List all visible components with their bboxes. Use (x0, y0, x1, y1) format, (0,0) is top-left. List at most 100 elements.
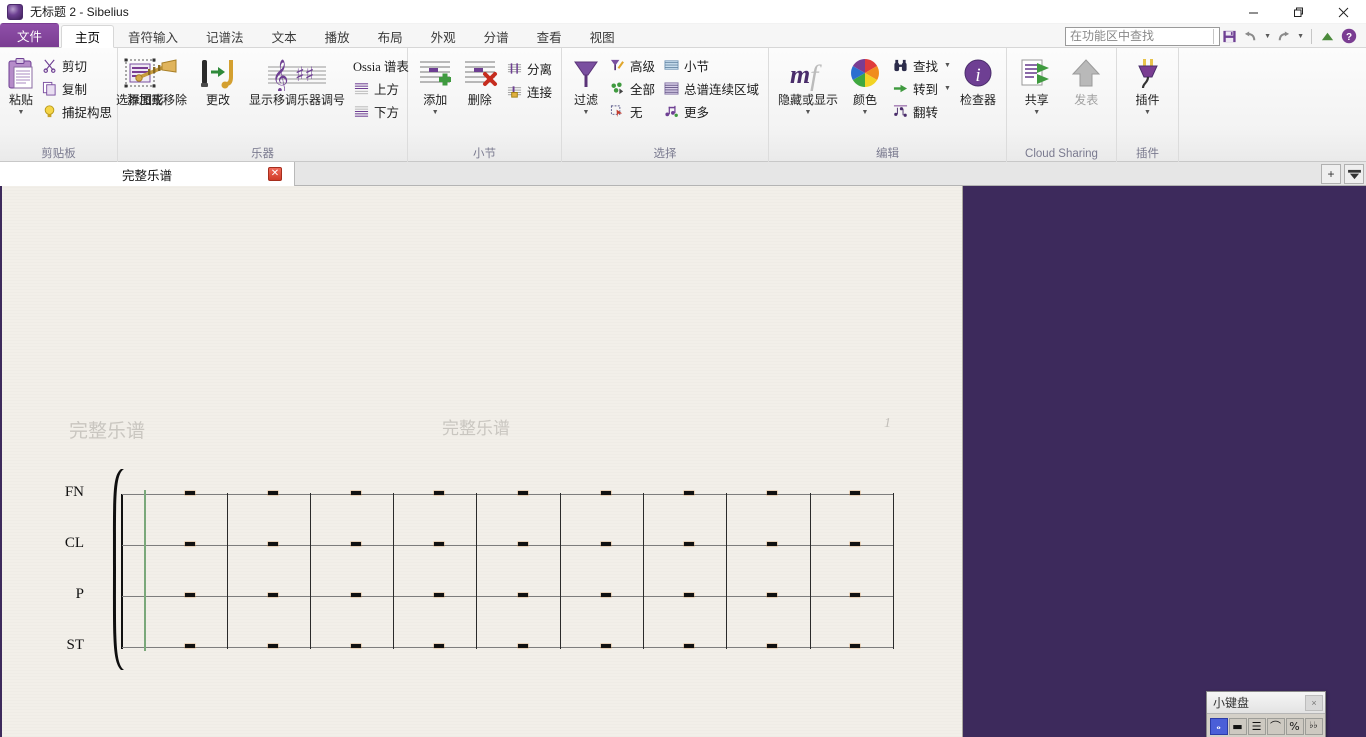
keypad-double-flat[interactable]: ♭♭ (1305, 718, 1323, 735)
score-system-2[interactable]: 10 FN CL P (2, 186, 963, 436)
chevron-down-icon[interactable]: ▼ (862, 108, 869, 117)
bar-rest[interactable] (684, 644, 694, 648)
split-bar-button[interactable]: 分离 (502, 57, 556, 80)
redo-dropdown-icon[interactable]: ▼ (1297, 33, 1304, 40)
tab-notations[interactable]: 记谱法 (192, 25, 258, 47)
bar-rest[interactable] (185, 593, 195, 597)
select-all-button[interactable]: 全部 (605, 77, 659, 100)
collapse-ribbon-icon[interactable] (1319, 26, 1336, 46)
tab-review[interactable]: 查看 (523, 25, 576, 47)
filter-button[interactable]: 过滤 ▼ (567, 51, 605, 117)
barline[interactable] (643, 493, 644, 649)
keypad-close-icon[interactable]: × (1305, 695, 1323, 711)
keypad-repeat[interactable]: % (1286, 718, 1304, 735)
find-button[interactable]: 查找 ▼ (888, 54, 955, 77)
hide-or-show-button[interactable]: m f 隐藏或显示 ▼ (774, 51, 842, 117)
undo-dropdown-icon[interactable]: ▼ (1264, 33, 1271, 40)
select-system-passage-button[interactable]: 总谱连续区域 (659, 77, 763, 100)
barline[interactable] (227, 493, 228, 649)
flip-button[interactable]: 翻转 (888, 100, 955, 123)
barline[interactable] (476, 493, 477, 649)
keypad-slur[interactable]: ⌒ (1267, 718, 1285, 735)
score-page[interactable]: 完整乐谱 完整乐谱 1 FN CL P ST (2, 186, 963, 737)
bar-rest[interactable] (434, 491, 444, 495)
bar-rest[interactable] (518, 542, 528, 546)
select-more-button[interactable]: 更多 (659, 100, 763, 123)
cut-button[interactable]: 剪切 (37, 54, 116, 77)
tab-list-icon[interactable] (1344, 164, 1364, 184)
select-bar-button[interactable]: 小节 (659, 54, 763, 77)
publish-button[interactable]: 发表 (1062, 51, 1112, 107)
new-tab-button[interactable]: + (1321, 164, 1341, 184)
bar-rest[interactable] (684, 542, 694, 546)
close-tab-icon[interactable]: ✕ (268, 167, 282, 181)
bar-rest[interactable] (268, 491, 278, 495)
copy-button[interactable]: 复制 (37, 77, 116, 100)
select-none-button[interactable]: 无 (605, 100, 659, 123)
bar-rest[interactable] (850, 593, 860, 597)
bar-rest[interactable] (185, 491, 195, 495)
bar-rest[interactable] (351, 593, 361, 597)
bar-rest[interactable] (601, 542, 611, 546)
bar-rest[interactable] (351, 491, 361, 495)
bar-rest[interactable] (601, 644, 611, 648)
bar-rest[interactable] (601, 491, 611, 495)
inspector-button[interactable]: i 检查器 (955, 51, 1001, 107)
keypad-panel[interactable]: 小键盘 × 𝅝 ▬ ☰ ⌒ % ♭♭ ➤ > • — ♮ ♯ ♭ ◀◀ ♩ 𝅗𝅥 (1206, 691, 1326, 737)
go-to-button[interactable]: 转到 ▼ (888, 77, 955, 100)
staff-above-button[interactable]: 上方 (349, 77, 413, 100)
restore-icon[interactable] (1276, 0, 1321, 24)
paste-button[interactable]: 粘贴 ▼ (5, 51, 37, 117)
keypad-tie[interactable]: ▬ (1229, 718, 1247, 735)
undo-icon[interactable] (1242, 26, 1259, 46)
bar-rest[interactable] (850, 644, 860, 648)
save-icon[interactable] (1221, 26, 1238, 46)
plugins-button[interactable]: 插件 ▼ (1122, 51, 1173, 117)
bar-rest[interactable] (684, 491, 694, 495)
barline[interactable] (310, 493, 311, 649)
bar-rest[interactable] (268, 542, 278, 546)
bar-rest[interactable] (351, 542, 361, 546)
bar-rest[interactable] (185, 644, 195, 648)
tab-play[interactable]: 播放 (311, 25, 364, 47)
change-instrument-button[interactable]: 更改 (191, 51, 245, 107)
bar-rest[interactable] (767, 593, 777, 597)
tab-note-input[interactable]: 音符输入 (114, 25, 192, 47)
bar-rest[interactable] (268, 644, 278, 648)
add-bar-button[interactable]: 添加 ▼ (413, 51, 457, 117)
bar-rest[interactable] (351, 644, 361, 648)
transposing-key-button[interactable]: 𝄞 ♯♯ 显示移调乐器调号 (245, 51, 349, 107)
chevron-down-icon[interactable]: ▼ (583, 108, 590, 117)
bar-rest[interactable] (185, 542, 195, 546)
minimize-icon[interactable] (1231, 0, 1276, 24)
document-tab-full-score[interactable]: 完整乐谱 ✕ (0, 162, 295, 186)
keypad-articulation[interactable]: ☰ (1248, 718, 1266, 735)
barline[interactable] (893, 493, 894, 649)
bar-rest[interactable] (850, 491, 860, 495)
bar-rest[interactable] (767, 644, 777, 648)
chevron-down-icon[interactable]: ▼ (18, 108, 25, 117)
advanced-filter-button[interactable]: 高级 (605, 54, 659, 77)
barline[interactable] (726, 493, 727, 649)
tab-appearance[interactable]: 外观 (417, 25, 470, 47)
staff-below-button[interactable]: 下方 (349, 100, 413, 123)
bar-rest[interactable] (434, 644, 444, 648)
join-bar-button[interactable]: 连接 (502, 80, 556, 103)
chevron-down-icon[interactable]: ▼ (1033, 108, 1040, 117)
chevron-down-icon[interactable]: ▼ (944, 62, 951, 69)
tab-parts[interactable]: 分谱 (470, 25, 523, 47)
barline[interactable] (810, 493, 811, 649)
bar-rest[interactable] (767, 491, 777, 495)
add-remove-instrument-button[interactable]: 添加或移除 (123, 51, 191, 107)
close-icon[interactable] (1321, 0, 1366, 24)
tab-file[interactable]: 文件 (0, 23, 59, 47)
color-button[interactable]: 颜色 ▼ (842, 51, 888, 117)
bar-rest[interactable] (518, 593, 528, 597)
tab-home[interactable]: 主页 (61, 25, 114, 48)
tab-layout[interactable]: 布局 (364, 25, 417, 47)
chevron-down-icon[interactable]: ▼ (944, 85, 951, 92)
bar-rest[interactable] (601, 593, 611, 597)
bar-rest[interactable] (850, 542, 860, 546)
bar-rest[interactable] (268, 593, 278, 597)
keypad-whole-note[interactable]: 𝅝 (1210, 718, 1228, 735)
